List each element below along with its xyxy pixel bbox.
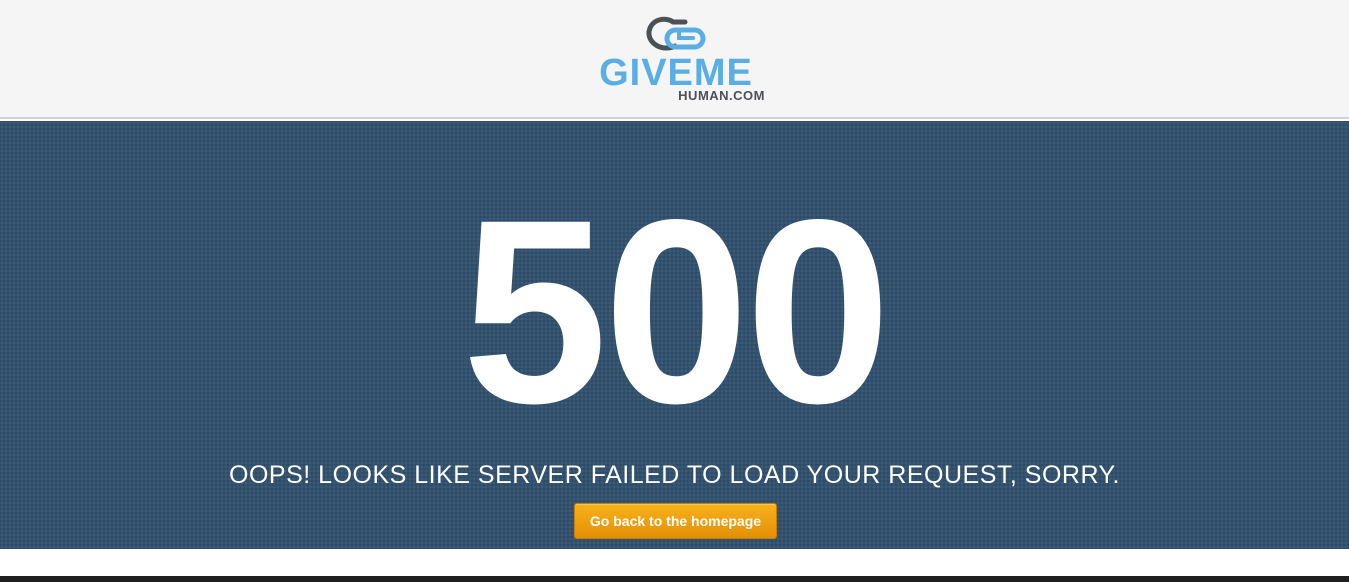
error-code: 500 [461,165,891,458]
logo-domain: HUMAN.COM [678,88,765,103]
site-header: GIVEME HUMAN.COM [0,0,1349,119]
gh-chain-link-icon [646,16,706,51]
logo-wordmark: GIVEME [599,52,753,94]
error-message: OOPS! LOOKS LIKE SERVER FAILED TO LOAD Y… [229,461,1120,489]
homepage-button[interactable]: Go back to the homepage [574,503,777,539]
error-hero: 500 OOPS! LOOKS LIKE SERVER FAILED TO LO… [0,121,1349,549]
site-logo[interactable]: GIVEME HUMAN.COM [585,16,767,104]
footer-bar [0,576,1349,582]
